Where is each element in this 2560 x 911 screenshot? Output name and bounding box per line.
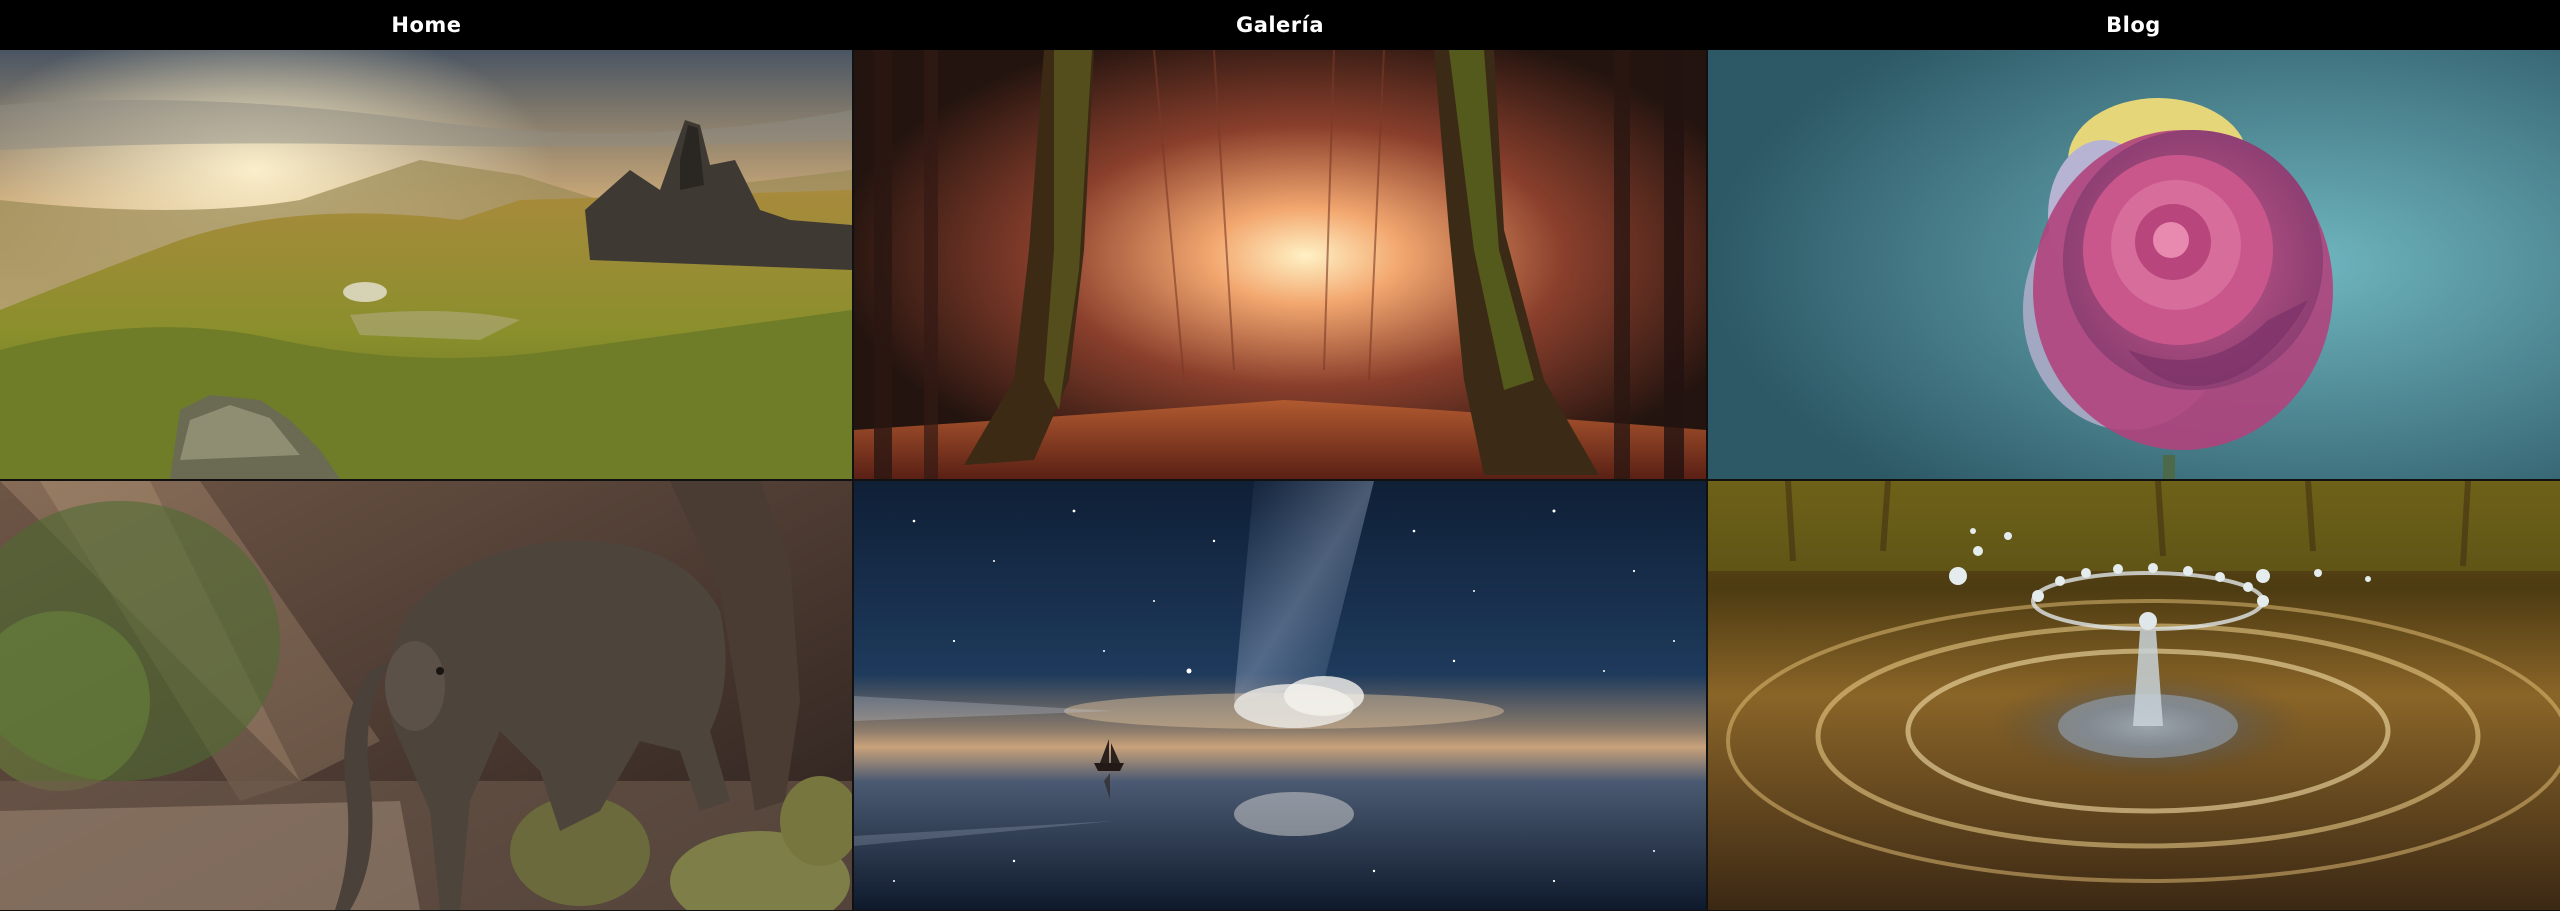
starry-sea-image bbox=[854, 481, 1706, 910]
photo-gallery-grid bbox=[0, 50, 2560, 911]
gallery-image-autumn-forest[interactable] bbox=[854, 50, 1706, 479]
gallery-image-elephant[interactable] bbox=[0, 481, 852, 910]
nav-blog[interactable]: Blog bbox=[1707, 0, 2560, 50]
gallery-image-rose[interactable] bbox=[1708, 50, 2560, 479]
elephant-image bbox=[0, 481, 852, 910]
gallery-image-water-splash[interactable] bbox=[1708, 481, 2560, 910]
autumn-forest-image bbox=[854, 50, 1706, 479]
top-navigation: Home Galería Blog bbox=[0, 0, 2560, 50]
nav-galeria[interactable]: Galería bbox=[853, 0, 1707, 50]
nav-home[interactable]: Home bbox=[0, 0, 853, 50]
gallery-image-mountain-landscape[interactable] bbox=[0, 50, 852, 479]
rose-image bbox=[1708, 50, 2560, 479]
water-splash-image bbox=[1708, 481, 2560, 910]
gallery-image-starry-sea[interactable] bbox=[854, 481, 1706, 910]
mountain-landscape-image bbox=[0, 50, 852, 479]
